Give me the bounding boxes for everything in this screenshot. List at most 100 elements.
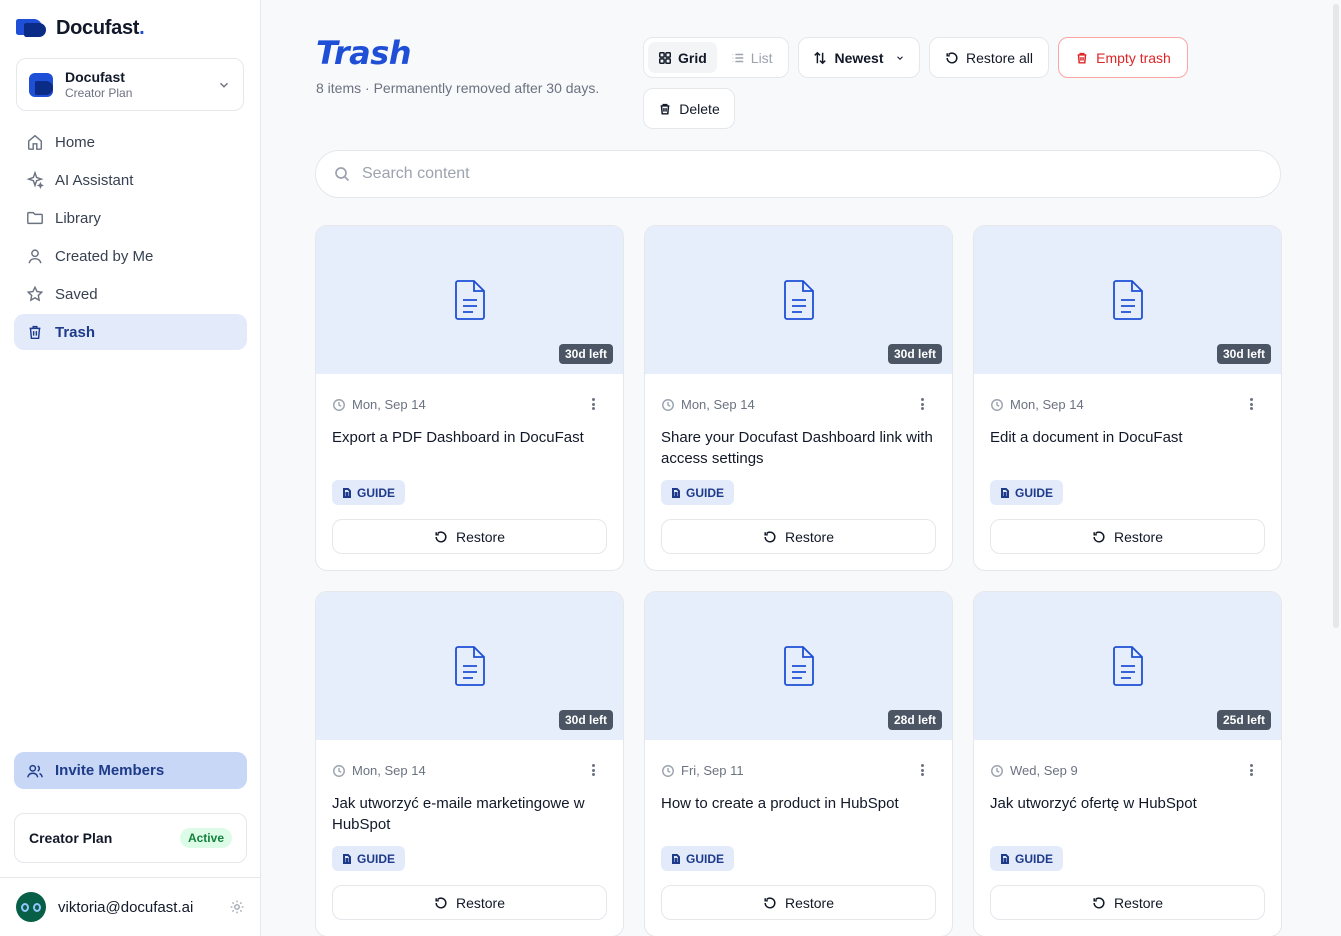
restore-button[interactable]: Restore: [332, 885, 607, 920]
list-view-label: List: [750, 49, 773, 66]
list-view-button[interactable]: List: [721, 42, 783, 73]
clock-icon: [333, 764, 345, 777]
restore-icon: [435, 530, 447, 543]
grid-view-button[interactable]: Grid: [648, 42, 717, 73]
more-options-icon[interactable]: [1243, 762, 1259, 778]
brand-logo[interactable]: Docufast.: [16, 16, 145, 40]
card-date: Mon, Sep 14: [661, 397, 755, 412]
gear-icon[interactable]: [229, 899, 245, 915]
sidebar-item-label: Created by Me: [55, 247, 154, 265]
content-type-tag: GUIDE: [661, 846, 735, 871]
sidebar-item-label: AI Assistant: [55, 171, 134, 189]
grid-icon: [659, 51, 671, 64]
card-date-text: Fri, Sep 11: [681, 763, 744, 778]
card-thumbnail[interactable]: 30d left: [316, 226, 623, 374]
restore-button[interactable]: Restore: [661, 885, 936, 920]
sort-label: Newest: [834, 49, 884, 66]
card-title[interactable]: How to create a product in HubSpot: [661, 793, 941, 814]
clock-icon: [991, 764, 1003, 777]
more-options-icon[interactable]: [1243, 396, 1259, 412]
card-thumbnail[interactable]: 28d left: [645, 592, 952, 740]
invite-members-button[interactable]: Invite Members: [14, 752, 247, 789]
sort-icon: [814, 51, 827, 64]
sidebar-item-home[interactable]: Home: [14, 124, 247, 160]
restore-label: Restore: [784, 894, 835, 911]
search-input[interactable]: [362, 165, 1262, 183]
content-type-tag: GUIDE: [332, 846, 406, 871]
avatar[interactable]: [16, 892, 46, 922]
more-options-icon[interactable]: [914, 396, 930, 412]
trash-card[interactable]: 30d left Mon, Sep 14 Share your Docufast…: [644, 225, 953, 571]
trash-icon: [660, 103, 670, 115]
trash-card[interactable]: 30d left Mon, Sep 14 Jak utworzyć e-mail…: [315, 591, 624, 936]
card-thumbnail[interactable]: 30d left: [974, 226, 1281, 374]
delete-button[interactable]: Delete: [643, 88, 735, 129]
days-left-badge: 28d left: [887, 710, 942, 730]
restore-button[interactable]: Restore: [990, 519, 1265, 554]
trash-card[interactable]: 30d left Mon, Sep 14 Edit a document in …: [973, 225, 1282, 571]
card-title[interactable]: Edit a document in DocuFast: [990, 427, 1270, 448]
list-icon: [732, 53, 744, 62]
chevron-down-icon: [896, 55, 903, 60]
sidebar-item-trash[interactable]: Trash: [14, 314, 247, 350]
card-thumbnail[interactable]: 25d left: [974, 592, 1281, 740]
sidebar-item-label: Library: [55, 209, 101, 227]
star-icon: [26, 285, 44, 302]
trash-icon: [1077, 52, 1087, 64]
restore-button[interactable]: Restore: [990, 885, 1265, 920]
restore-icon: [946, 51, 958, 64]
more-options-icon[interactable]: [585, 762, 601, 778]
restore-button[interactable]: Restore: [332, 519, 607, 554]
card-title[interactable]: Export a PDF Dashboard in DocuFast: [332, 427, 612, 448]
more-options-icon[interactable]: [914, 762, 930, 778]
content-type-tag: GUIDE: [990, 846, 1064, 871]
card-title[interactable]: Jak utworzyć ofertę w HubSpot: [990, 793, 1270, 814]
sidebar-item-library[interactable]: Library: [14, 200, 247, 236]
sidebar-nav: Home AI Assistant Library Created by Me …: [14, 124, 247, 352]
clock-icon: [662, 398, 674, 411]
brand-name: Docufast: [56, 16, 140, 39]
user-email: viktoria@docufast.ai: [58, 898, 194, 916]
restore-all-label: Restore all: [966, 49, 1033, 66]
tag-label: GUIDE: [686, 851, 725, 866]
days-left-badge: 30d left: [558, 710, 613, 730]
days-left-badge: 30d left: [558, 344, 613, 364]
brand-dot: .: [139, 16, 145, 39]
delete-label: Delete: [679, 100, 720, 117]
search-bar: [315, 150, 1281, 198]
sidebar-item-created-by-me[interactable]: Created by Me: [14, 238, 247, 274]
more-options-icon[interactable]: [585, 396, 601, 412]
sidebar-item-ai-assistant[interactable]: AI Assistant: [14, 162, 247, 198]
restore-all-button[interactable]: Restore all: [929, 37, 1049, 78]
card-title[interactable]: Jak utworzyć e-maile marketingowe w HubS…: [332, 793, 612, 835]
card-date-text: Wed, Sep 9: [1010, 763, 1078, 778]
restore-button[interactable]: Restore: [661, 519, 936, 554]
docufast-logo-icon: [16, 17, 48, 39]
sidebar-item-label: Saved: [55, 285, 98, 303]
card-thumbnail[interactable]: 30d left: [316, 592, 623, 740]
restore-label: Restore: [1113, 894, 1164, 911]
trash-card[interactable]: 30d left Mon, Sep 14 Export a PDF Dashbo…: [315, 225, 624, 571]
days-left-badge: 30d left: [887, 344, 942, 364]
trash-card[interactable]: 25d left Wed, Sep 9 Jak utworzyć ofertę …: [973, 591, 1282, 936]
empty-trash-button[interactable]: Empty trash: [1058, 37, 1188, 78]
workspace-switcher[interactable]: Docufast Creator Plan: [16, 58, 244, 111]
sidebar-item-label: Trash: [55, 323, 96, 341]
document-icon: [783, 646, 814, 686]
sort-dropdown[interactable]: Newest: [798, 37, 920, 78]
content-type-tag: GUIDE: [990, 480, 1064, 505]
card-thumbnail[interactable]: 30d left: [645, 226, 952, 374]
search-icon: [335, 167, 350, 182]
trash-icon: [29, 325, 41, 340]
tag-label: GUIDE: [357, 851, 396, 866]
page-title: Trash: [316, 34, 412, 72]
card-date-text: Mon, Sep 14: [352, 763, 426, 778]
sparkle-icon: [26, 171, 44, 189]
plan-card[interactable]: Creator Plan Active: [14, 813, 247, 863]
card-title[interactable]: Share your Docufast Dashboard link with …: [661, 427, 941, 469]
trash-card[interactable]: 28d left Fri, Sep 11 How to create a pro…: [644, 591, 953, 936]
days-left-badge: 30d left: [1216, 344, 1271, 364]
card-date: Fri, Sep 11: [661, 763, 744, 778]
sidebar-item-saved[interactable]: Saved: [14, 276, 247, 312]
scrollbar[interactable]: [1333, 4, 1339, 628]
